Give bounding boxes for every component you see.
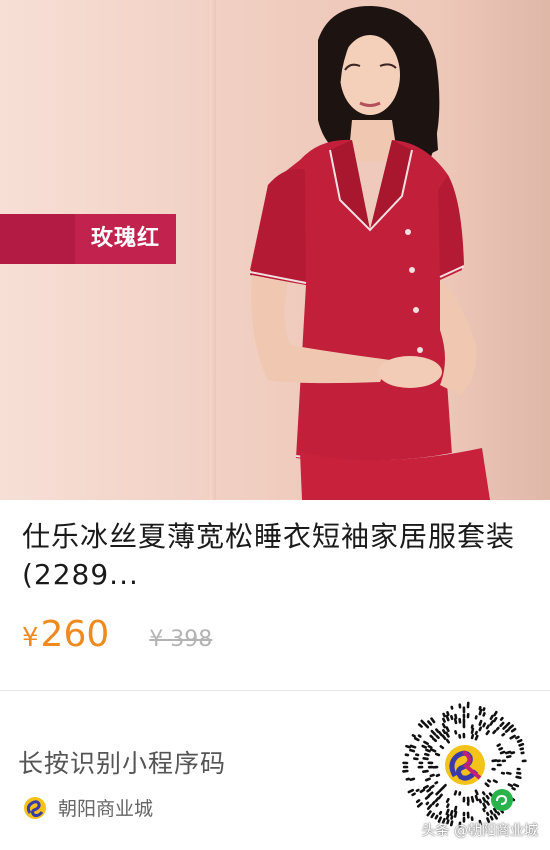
original-price: ¥ 398 [149,627,213,652]
color-tag: 玫瑰红 [0,214,176,264]
mini-program-qr-code[interactable] [400,700,530,830]
divider [0,690,550,691]
shop-info[interactable]: 朝阳商业城 [22,794,153,821]
price-row: ¥ 260 ¥ 398 [22,614,212,655]
wechat-mini-program-icon [491,789,513,811]
color-tag-label: 玫瑰红 [75,214,176,264]
shop-name: 朝阳商业城 [58,798,154,820]
current-price: 260 [40,614,110,655]
watermark: 头条 @朝阳商业城 [421,823,538,839]
color-tag-bar [0,214,75,264]
long-press-hint: 长按识别小程序码 [18,749,227,778]
shop-logo-icon [24,796,46,819]
currency-symbol: ¥ [22,623,39,653]
product-image[interactable]: 玫瑰红 [0,0,550,500]
product-title: 仕乐冰丝夏薄宽松睡衣短袖家居服套装(2289... [22,520,516,591]
